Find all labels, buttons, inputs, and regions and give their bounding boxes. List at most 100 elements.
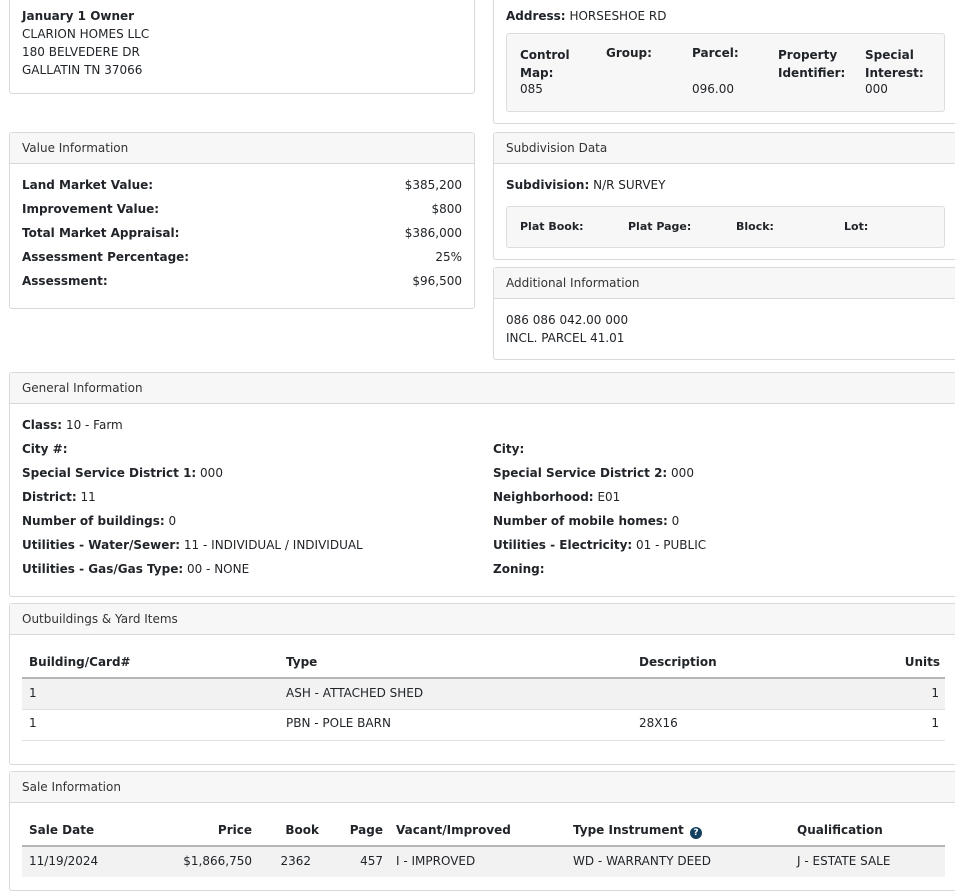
address-value: HORSESHOE RD [569,9,667,23]
sales-table: Sale Date Price Book Page Vacant/Improve… [22,816,945,886]
block-label: Block: [736,220,774,233]
sale-info-header: Sale Information [10,772,955,803]
column-header: Sale Date [29,823,95,837]
value-info-header: Value Information [10,133,474,164]
field-value: 11 - INDIVIDUAL / INDIVIDUAL [183,538,363,552]
value-row-value: $386,000 [404,226,462,240]
column-header: Book [285,823,319,837]
general-field: Number of mobile homes: 0 [493,514,679,528]
general-field: Utilities - Electricity: 01 - PUBLIC [493,538,706,552]
plat-box: Plat Book: Plat Page: Block: Lot: [506,206,945,248]
column-header: Page [349,823,383,837]
control-map-value: 085 [520,82,543,96]
help-icon[interactable]: ? [689,827,702,839]
value-row-value: $385,200 [404,178,462,192]
owner-card: January 1 Owner CLARION HOMES LLC 180 BE… [9,0,475,94]
group-label: Group: [606,46,652,60]
row-divider [22,740,945,741]
general-field: City: [493,442,524,456]
plat-book-label: Plat Book: [520,220,584,233]
additional-line-2: INCL. PARCEL 41.01 [506,331,625,345]
additional-info-header: Additional Information [494,268,955,299]
type-instrument-header: Type Instrument ? [573,823,702,839]
column-header-label: Type Instrument [573,823,684,837]
general-field: District: 11 [22,490,96,504]
table-cell: I - IMPROVED [396,854,476,868]
subdivision-header: Subdivision Data [494,133,955,164]
value-row-label: Total Market Appraisal: [22,226,180,240]
column-header: Type [286,655,318,669]
field-label: Zoning: [493,562,545,576]
field-value: 000 [200,466,223,480]
table-cell: 11/19/2024 [29,854,99,868]
general-field: Utilities - Water/Sewer: 11 - INDIVIDUAL… [22,538,363,552]
table-cell: ASH - ATTACHED SHED [286,686,424,700]
field-label: Utilities - Electricity: [493,538,633,552]
field-value: 11 [80,490,96,504]
value-row-label: Land Market Value: [22,178,154,192]
table-cell: $1,866,750 [183,854,252,868]
column-header: Vacant/Improved [396,823,511,837]
owner-street: 180 BELVEDERE DR [22,45,140,59]
field-label: City #: [22,442,68,456]
lot-label: Lot: [844,220,869,233]
parcel-id-box: Control Map: 085 Group: Parcel: 096.00 P… [506,33,945,112]
field-value: 00 - NONE [186,562,250,576]
value-row-value: $800 [431,202,462,216]
table-cell: 1 [29,686,37,700]
field-value: 0 [671,514,680,528]
owner-name: CLARION HOMES LLC [22,27,150,41]
field-label: District: [22,490,77,504]
table-row: 1 PBN - POLE BARN 28X16 1 [22,710,945,740]
field-value: 000 [671,466,694,480]
column-header: Units [904,655,940,669]
outbuildings-header: Outbuildings & Yard Items [10,604,955,635]
value-row-label: Improvement Value: [22,202,160,216]
field-label: Neighborhood: [493,490,594,504]
additional-info-card: Additional Information 086 086 042.00 00… [493,267,955,360]
table-cell: 1 [931,686,939,700]
additional-line-1: 086 086 042.00 000 [506,313,629,327]
field-value: 01 - PUBLIC [636,538,707,552]
table-cell: 1 [931,716,939,730]
class-label: Class: [22,418,63,432]
table-cell: 1 [29,716,37,730]
table-cell: 457 [360,854,383,868]
class-line: Class: 10 - Farm [22,418,123,432]
field-label: Number of mobile homes: [493,514,668,528]
general-info-header: General Information [10,373,955,404]
field-label: Number of buildings: [22,514,165,528]
field-label: Utilities - Water/Sewer: [22,538,181,552]
table-cell: WD - WARRANTY DEED [573,854,711,868]
owner-city-state-zip: GALLATIN TN 37066 [22,63,143,77]
parcel-value: 096.00 [692,82,734,96]
sale-info-card: Sale Information Sale Date Price Book Pa… [9,771,955,891]
subdivision-card: Subdivision Data Subdivision: N/R SURVEY… [493,132,955,260]
column-header: Building/Card# [29,655,131,669]
subdivision-label: Subdivision: [506,178,590,192]
special-interest-value: 000 [865,82,888,96]
plat-page-label: Plat Page: [628,220,692,233]
control-map-label: Control Map: [520,48,570,80]
table-cell: J - ESTATE SALE [797,854,891,868]
outbuildings-table: Building/Card# Type Description Units 1 … [22,648,945,744]
column-header: Qualification [797,823,883,837]
value-row-value: 25% [435,250,462,264]
table-row: 1 ASH - ATTACHED SHED 1 [22,679,945,709]
field-label: Special Service District 2: [493,466,668,480]
general-field: City #: [22,442,68,456]
value-row-value: $96,500 [412,274,462,288]
field-label: Utilities - Gas/Gas Type: [22,562,184,576]
outbuildings-card: Outbuildings & Yard Items Building/Card#… [9,603,955,765]
subdivision-line: Subdivision: N/R SURVEY [506,178,665,192]
general-field: Zoning: [493,562,545,576]
subdivision-value: N/R SURVEY [593,178,666,192]
table-cell: 2362 [280,854,311,868]
address-line: Address: HORSESHOE RD [506,9,667,23]
property-identifier-label: Property Identifier: [778,48,846,80]
parcel-label: Parcel: [692,46,739,60]
general-field: Number of buildings: 0 [22,514,176,528]
general-field: Utilities - Gas/Gas Type: 00 - NONE [22,562,249,576]
field-label: Special Service District 1: [22,466,197,480]
value-row-label: Assessment: [22,274,108,288]
